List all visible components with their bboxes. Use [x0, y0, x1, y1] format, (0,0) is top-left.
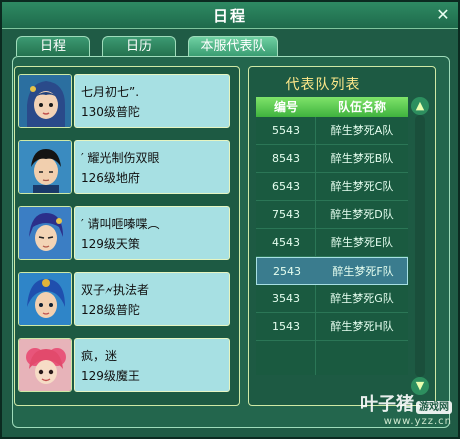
table-row[interactable]: 1543 醉生梦死H队 — [256, 313, 408, 341]
team-name: 醉生梦死H队 — [330, 320, 394, 333]
member-name: ′ 耀光制伤双眼 — [81, 151, 160, 165]
tab-calendar[interactable]: 日历 — [102, 36, 176, 56]
team-id: 6543 — [272, 180, 300, 193]
window-title: 日程 — [212, 7, 247, 25]
member-info: ′ 耀光制伤双眼 126级地府 — [74, 140, 230, 194]
watermark: 叶子猪 游戏网 www.yzz.cn — [360, 390, 452, 427]
column-header-id: 编号 — [273, 100, 298, 114]
hero-portrait-icon — [18, 140, 72, 194]
member-name: ′ 请叫咂嗪喋︵ — [81, 217, 160, 231]
team-id: 2543 — [273, 265, 301, 278]
member-level: 129级魔王 — [81, 369, 140, 383]
member-card[interactable]: ′ 请叫咂嗪喋︵ 129级天策 — [18, 206, 234, 262]
member-name: 七月初七”. — [81, 85, 140, 99]
member-level: 128级普陀 — [81, 303, 140, 317]
team-list-title: 代表队列表 — [285, 77, 361, 93]
team-id: 3543 — [272, 292, 300, 305]
watermark-url: www.yzz.cn — [383, 416, 452, 427]
member-name: 双子🗲执法者 — [81, 283, 149, 297]
table-row[interactable]: 5543 醉生梦死A队 — [256, 117, 408, 145]
member-card[interactable]: 双子🗲执法者 128级普陀 — [18, 272, 234, 328]
team-name: 醉生梦死C队 — [330, 180, 394, 193]
table-row-selected[interactable]: 2543 醉生梦死F队 — [256, 257, 408, 285]
table-row[interactable]: 4543 醉生梦死E队 — [256, 229, 408, 257]
member-level: 130级普陀 — [81, 105, 140, 119]
team-list-scrollbar[interactable]: ▲ ▼ — [411, 97, 429, 395]
watermark-tag: 游戏网 — [416, 401, 452, 414]
hero-portrait-icon — [18, 206, 72, 260]
team-id: 5543 — [272, 124, 300, 137]
heroine-portrait-icon — [18, 272, 72, 326]
team-id: 8543 — [272, 152, 300, 165]
team-id: 4543 — [272, 236, 300, 249]
member-name: 疯，迷 — [81, 349, 118, 363]
tab-server-team[interactable]: 本服代表队 — [188, 36, 278, 56]
table-row[interactable]: 7543 醉生梦死D队 — [256, 201, 408, 229]
close-icon[interactable]: ✕ — [434, 6, 452, 24]
member-card[interactable]: 疯，迷 129级魔王 — [18, 338, 234, 394]
team-table-body: 5543 醉生梦死A队 8543 醉生梦死B队 6543 醉生梦死C队 7543… — [256, 117, 408, 375]
member-level: 126级地府 — [81, 171, 140, 185]
team-name: 醉生梦死A队 — [330, 124, 394, 137]
team-name: 醉生梦死D队 — [330, 208, 394, 221]
watermark-brand: 叶子猪 — [360, 394, 414, 415]
tab-schedule[interactable]: 日程 — [16, 36, 90, 56]
member-card[interactable]: 七月初七”. 130级普陀 — [18, 74, 234, 130]
team-name: 醉生梦死G队 — [330, 292, 394, 305]
team-name: 醉生梦死B队 — [330, 152, 394, 165]
title-bar: 日程 ✕ — [2, 2, 458, 29]
team-name: 醉生梦死F队 — [332, 265, 394, 278]
team-id: 7543 — [272, 208, 300, 221]
member-level: 129级天策 — [81, 237, 140, 251]
member-info: 七月初七”. 130级普陀 — [74, 74, 230, 128]
member-info: 疯，迷 129级魔王 — [74, 338, 230, 392]
member-info: ′ 请叫咂嗪喋︵ 129级天策 — [74, 206, 230, 260]
member-card[interactable]: ′ 耀光制伤双眼 126级地府 — [18, 140, 234, 196]
team-table-header: 编号 队伍名称 — [256, 97, 408, 117]
heroine-portrait-icon — [18, 74, 72, 128]
heroine-portrait-icon — [18, 338, 72, 392]
table-row[interactable]: 3543 醉生梦死G队 — [256, 285, 408, 313]
table-row[interactable]: 8543 醉生梦死B队 — [256, 145, 408, 173]
scroll-track[interactable] — [415, 115, 425, 377]
member-info: 双子🗲执法者 128级普陀 — [74, 272, 230, 326]
scroll-up-icon[interactable]: ▲ — [411, 97, 429, 115]
table-row[interactable]: 6543 醉生梦死C队 — [256, 173, 408, 201]
column-header-team: 队伍名称 — [337, 100, 386, 114]
team-name: 醉生梦死E队 — [331, 236, 393, 249]
team-id: 1543 — [272, 320, 300, 333]
